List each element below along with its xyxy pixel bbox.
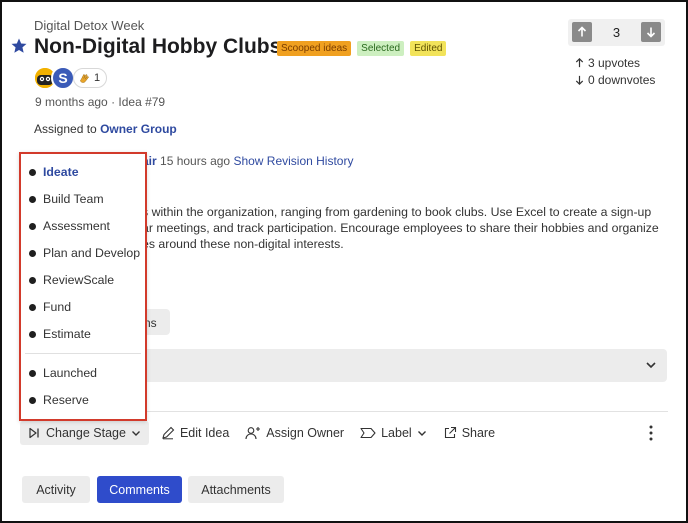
stage-option-label: Fund: [43, 300, 71, 314]
stage-option-label: Assessment: [43, 219, 110, 233]
bullet-icon: [29, 304, 36, 311]
add-user-icon: [245, 426, 261, 440]
reaction-count: 1: [94, 72, 100, 84]
change-stage-button[interactable]: Change Stage: [20, 421, 149, 445]
tag-icon: [360, 427, 376, 439]
stage-option-assessment[interactable]: Assessment: [29, 217, 110, 235]
stage-option-label: Ideate: [43, 165, 79, 179]
stage-option-label: Build Team: [43, 192, 104, 206]
more-options-icon[interactable]: [643, 423, 659, 443]
reaction-button[interactable]: 1: [73, 68, 107, 88]
arrow-down-icon: [645, 26, 657, 38]
stage-option-launched[interactable]: Launched: [29, 364, 97, 382]
tab-activity[interactable]: Activity: [22, 476, 90, 503]
show-revision-history-link[interactable]: Show Revision History: [233, 154, 353, 168]
vote-widget: 3: [568, 19, 665, 46]
idea-detail-panel: Digital Detox Week Non-Digital Hobby Clu…: [0, 0, 688, 523]
stage-option-build-team[interactable]: Build Team: [29, 190, 104, 208]
stage-option-reserve[interactable]: Reserve: [29, 391, 89, 409]
downvote-button[interactable]: [641, 22, 661, 42]
stage-option-label: Estimate: [43, 327, 91, 341]
upvotes-summary: 3 upvotes: [574, 56, 640, 70]
pencil-icon: [161, 426, 175, 440]
bullet-icon: [29, 277, 36, 284]
tag-selected[interactable]: Selected: [357, 41, 404, 56]
chevron-down-icon: [131, 428, 141, 438]
menu-divider: [25, 353, 141, 354]
idea-description: s within the organization, ranging from …: [142, 204, 662, 252]
share-icon: [443, 426, 457, 440]
edit-idea-label: Edit Idea: [180, 426, 229, 440]
step-forward-icon: [27, 426, 41, 440]
campaign-name[interactable]: Digital Detox Week: [34, 18, 144, 33]
idea-age: 9 months ago: [35, 95, 108, 109]
chevron-down-icon: [417, 428, 427, 438]
arrow-down-icon: [574, 74, 585, 86]
downvotes-summary: 0 downvotes: [574, 73, 655, 87]
assign-owner-button[interactable]: Assign Owner: [245, 426, 344, 440]
tab-bar: Activity Comments Attachments: [22, 476, 284, 503]
label-label: Label: [381, 426, 412, 440]
bullet-icon: [29, 370, 36, 377]
tag-scooped-ideas[interactable]: Scooped ideas: [277, 41, 351, 56]
stage-option-plan-and-develop[interactable]: Plan and Develop: [29, 244, 140, 262]
idea-toolbar: Change Stage Edit Idea Assign Owner: [20, 421, 511, 445]
revision-time: 15 hours ago: [160, 154, 230, 168]
clap-icon: [78, 72, 91, 85]
bullet-icon: [29, 397, 36, 404]
bullet-icon: [29, 196, 36, 203]
stage-option-reviewscale[interactable]: ReviewScale: [29, 271, 114, 289]
description-line: s within the organization, ranging from …: [142, 204, 662, 220]
bullet-icon: [29, 169, 36, 176]
assign-owner-label: Assign Owner: [266, 426, 344, 440]
idea-id: · Idea #79: [111, 95, 165, 109]
description-line: ar meetings, and track participation. En…: [142, 220, 662, 236]
idea-title: Non-Digital Hobby Clubs: [34, 35, 281, 59]
revision-info: air 15 hours ago Show Revision History: [142, 154, 353, 168]
label-dropdown[interactable]: Label: [360, 426, 427, 440]
tag-edited[interactable]: Edited: [410, 41, 446, 56]
bullet-icon: [29, 250, 36, 257]
stage-option-ideate[interactable]: Ideate: [29, 163, 79, 181]
idea-meta: 9 months ago · Idea #79: [35, 95, 165, 109]
share-label: Share: [462, 426, 495, 440]
assignment: Assigned to Owner Group: [34, 122, 177, 136]
upvotes-text: 3 upvotes: [588, 56, 640, 70]
stage-option-label: ReviewScale: [43, 273, 114, 287]
bullet-icon: [29, 331, 36, 338]
stage-option-label: Reserve: [43, 393, 89, 407]
collapsible-section[interactable]: [132, 349, 667, 382]
tab-attachments[interactable]: Attachments: [188, 476, 284, 503]
edit-idea-button[interactable]: Edit Idea: [161, 426, 229, 440]
stage-option-label: Plan and Develop: [43, 246, 140, 260]
stage-option-estimate[interactable]: Estimate: [29, 325, 91, 343]
bullet-icon: [29, 223, 36, 230]
share-button[interactable]: Share: [443, 426, 495, 440]
tag-list: Scooped ideas Selected Edited: [277, 41, 446, 56]
description-line: es around these non-digital interests.: [142, 236, 662, 252]
change-stage-menu: Ideate Build Team Assessment Plan and De…: [19, 152, 147, 421]
arrow-up-icon: [574, 57, 585, 69]
star-icon[interactable]: [10, 37, 28, 55]
assigned-prefix: Assigned to: [34, 122, 97, 136]
stage-option-fund[interactable]: Fund: [29, 298, 71, 316]
avatar[interactable]: S: [51, 66, 75, 90]
tab-comments[interactable]: Comments: [97, 476, 182, 503]
downvotes-text: 0 downvotes: [588, 73, 655, 87]
change-stage-label: Change Stage: [46, 426, 126, 440]
stage-option-label: Launched: [43, 366, 97, 380]
owner-group-link[interactable]: Owner Group: [100, 122, 177, 136]
chevron-down-icon: [645, 359, 657, 371]
